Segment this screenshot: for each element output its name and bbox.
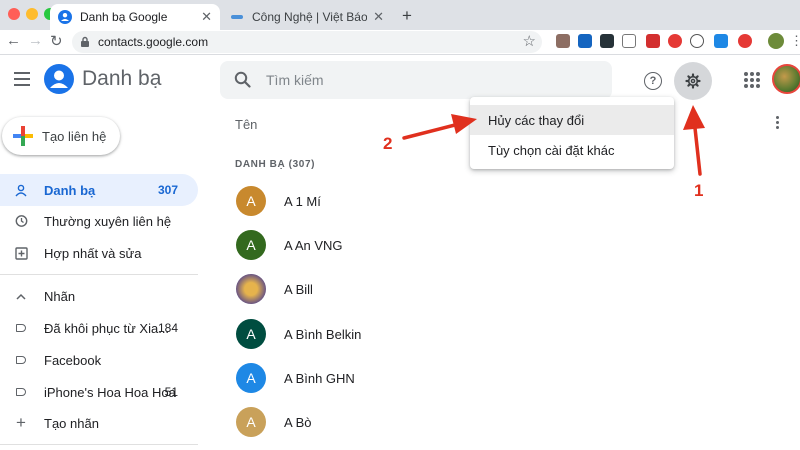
annotation-number-2: 2 (383, 134, 393, 153)
annotation-arrow-1 (683, 105, 705, 176)
annotation-arrow-2 (402, 114, 477, 140)
annotation-arrows (402, 105, 705, 176)
annotation-number-1: 1 (694, 181, 704, 200)
